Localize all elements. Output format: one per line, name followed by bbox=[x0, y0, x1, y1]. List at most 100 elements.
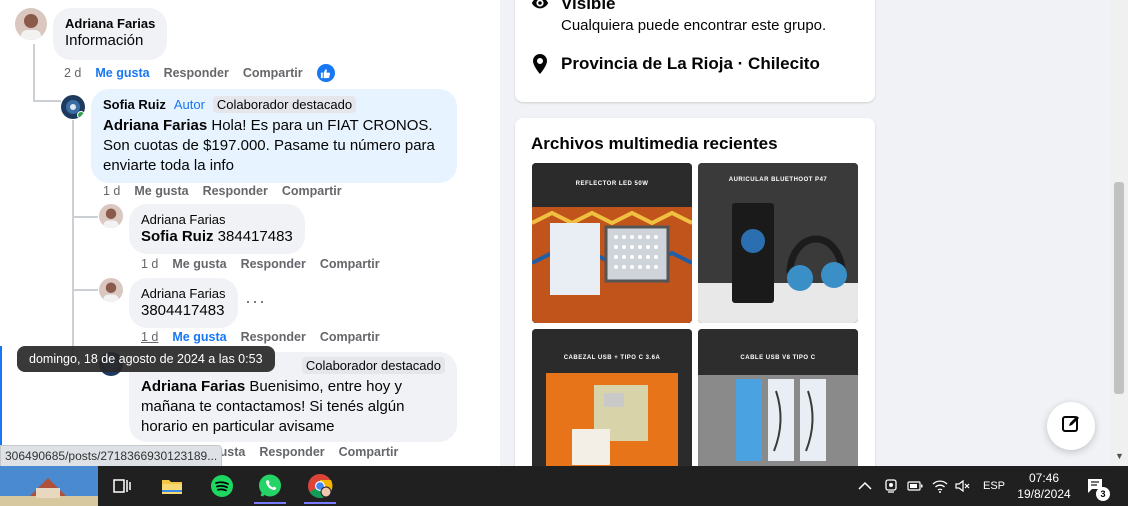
comment: Adriana Farias Información bbox=[15, 8, 168, 60]
thread-line bbox=[33, 100, 61, 102]
comment-bubble: Adriana Farias 3804417483 bbox=[129, 278, 238, 328]
comments-feed: Adriana Farias Información 2 d Me gusta … bbox=[0, 0, 500, 466]
comment: Adriana Farias Sofia Ruiz 384417483 bbox=[99, 204, 305, 254]
visibility-description: Cualquiera puede encontrar este grupo. bbox=[561, 17, 827, 34]
media-thumbnail-image bbox=[532, 163, 692, 323]
eye-icon bbox=[531, 0, 549, 17]
media-thumbnail[interactable]: CABLE USB V8 TIPO C bbox=[698, 329, 858, 469]
battery-button[interactable] bbox=[907, 466, 923, 506]
spotify-icon bbox=[211, 475, 233, 497]
desktop-wallpaper-icon bbox=[0, 466, 98, 506]
contributor-badge[interactable]: Colaborador destacado bbox=[212, 96, 357, 113]
like-button[interactable]: Me gusta bbox=[172, 330, 226, 344]
more-options-button[interactable]: ··· bbox=[245, 291, 266, 312]
comment-actions: 2 d Me gusta Responder Compartir bbox=[64, 64, 335, 82]
comment-bubble: Adriana Farias Sofia Ruiz 384417483 bbox=[129, 204, 305, 254]
clock-date: 19/8/2024 bbox=[1017, 487, 1071, 501]
comment-author[interactable]: Adriana Farias bbox=[65, 16, 155, 31]
location-row: Provincia de La Rioja · Chilecito bbox=[531, 54, 820, 79]
recent-media-card: Archivos multimedia recientes REFLECTOR … bbox=[515, 118, 875, 478]
network-button[interactable] bbox=[932, 466, 948, 506]
whatsapp-button[interactable] bbox=[248, 466, 292, 506]
volume-button[interactable] bbox=[955, 466, 971, 506]
thread-line bbox=[72, 289, 98, 291]
meet-now-button[interactable] bbox=[884, 466, 898, 506]
location-text[interactable]: Provincia de La Rioja · Chilecito bbox=[561, 54, 820, 74]
contributor-badge[interactable]: Colaborador destacado bbox=[301, 357, 445, 374]
mention-link[interactable]: Adriana Farias bbox=[103, 117, 207, 134]
comment-time[interactable]: 1 d bbox=[103, 184, 120, 198]
scroll-down-icon[interactable]: ▼ bbox=[1115, 451, 1124, 461]
comment-time[interactable]: 1 d bbox=[141, 257, 158, 271]
comment-time[interactable]: 2 d bbox=[64, 66, 81, 80]
clock-time: 07:46 bbox=[1028, 471, 1060, 485]
like-button[interactable]: Me gusta bbox=[95, 66, 149, 80]
volume-muted-icon bbox=[955, 479, 970, 493]
share-button[interactable]: Compartir bbox=[243, 66, 303, 80]
media-thumbnail-image bbox=[698, 329, 858, 469]
comment-text: Adriana Farias Buenisimo, entre hoy y ma… bbox=[141, 377, 445, 437]
comment-body: 384417483 bbox=[213, 228, 293, 245]
camera-icon bbox=[885, 479, 897, 493]
media-thumbnail[interactable]: REFLECTOR LED 50W bbox=[532, 163, 692, 323]
visibility-row: Visible Cualquiera puede encontrar este … bbox=[531, 0, 826, 34]
chrome-button[interactable] bbox=[298, 466, 342, 506]
share-button[interactable]: Compartir bbox=[282, 184, 342, 198]
avatar[interactable] bbox=[61, 95, 85, 119]
start-button[interactable] bbox=[0, 466, 98, 506]
share-button[interactable]: Compartir bbox=[320, 257, 380, 271]
media-thumbnail[interactable]: AURICULAR BLUETHOOT P47 bbox=[698, 163, 858, 323]
comment: Sofia Ruiz Autor Colaborador destacado A… bbox=[61, 89, 457, 183]
comment-bubble: Sofia Ruiz Autor Colaborador destacado A… bbox=[91, 89, 457, 183]
reply-button[interactable]: Responder bbox=[259, 445, 324, 459]
scrollbar-thumb[interactable] bbox=[1114, 182, 1124, 394]
reply-button[interactable]: Responder bbox=[164, 66, 229, 80]
section-title: Archivos multimedia recientes bbox=[531, 134, 778, 153]
visibility-title: Visible bbox=[561, 0, 616, 13]
comment-text: Adriana Farias Hola! Es para un FIAT CRO… bbox=[103, 116, 445, 176]
file-explorer-button[interactable] bbox=[150, 466, 194, 506]
share-button[interactable]: Compartir bbox=[320, 330, 380, 344]
spotify-button[interactable] bbox=[200, 466, 244, 506]
mention-link[interactable]: Sofia Ruiz bbox=[141, 228, 214, 245]
avatar[interactable] bbox=[15, 8, 47, 40]
share-button[interactable]: Compartir bbox=[339, 445, 399, 459]
comment-author[interactable]: Adriana Farias bbox=[141, 286, 226, 301]
comment-text: Sofia Ruiz 384417483 bbox=[141, 227, 293, 247]
mention-link[interactable]: Adriana Farias bbox=[141, 378, 245, 395]
comment-actions: 1 d Me gusta Responder Compartir bbox=[141, 330, 380, 344]
author-row: Sofia Ruiz Autor Colaborador destacado bbox=[103, 96, 445, 113]
show-hidden-icons-button[interactable] bbox=[858, 466, 872, 506]
avatar[interactable] bbox=[99, 278, 123, 302]
like-button[interactable]: Me gusta bbox=[172, 257, 226, 271]
timestamp-tooltip: domingo, 18 de agosto de 2024 a las 0:53 bbox=[17, 346, 275, 372]
chrome-icon bbox=[308, 474, 333, 499]
status-bar-url: 306490685/posts/2718366930123189... bbox=[0, 445, 223, 466]
avatar[interactable] bbox=[99, 204, 123, 228]
reply-button[interactable]: Responder bbox=[241, 330, 306, 344]
comment-actions: gusta Responder Compartir bbox=[212, 445, 398, 459]
reply-button[interactable]: Responder bbox=[241, 257, 306, 271]
location-pin-icon bbox=[531, 54, 549, 79]
folder-icon bbox=[162, 480, 182, 494]
online-status-icon bbox=[77, 111, 85, 119]
task-view-icon bbox=[113, 479, 131, 493]
compose-icon bbox=[1061, 414, 1081, 439]
battery-icon bbox=[907, 481, 923, 491]
comment-author[interactable]: Sofia Ruiz bbox=[103, 97, 166, 112]
media-thumbnail[interactable]: CABEZAL USB + TIPO C 3.6A bbox=[532, 329, 692, 469]
task-view-button[interactable] bbox=[100, 466, 144, 506]
media-label: CABLE USB V8 TIPO C bbox=[740, 355, 816, 361]
comment-time[interactable]: 1 d bbox=[141, 330, 158, 344]
new-message-button[interactable] bbox=[1047, 402, 1095, 450]
page-scrollbar[interactable]: ▼ bbox=[1111, 0, 1128, 466]
like-button[interactable]: Me gusta bbox=[134, 184, 188, 198]
thread-line bbox=[72, 216, 98, 218]
like-reaction-icon bbox=[316, 64, 335, 82]
wifi-icon bbox=[932, 480, 948, 493]
reply-button[interactable]: Responder bbox=[203, 184, 268, 198]
input-language-button[interactable]: ESP bbox=[983, 466, 1005, 506]
comment-actions: 1 d Me gusta Responder Compartir bbox=[141, 257, 380, 271]
clock-button[interactable]: 07:46 19/8/2024 bbox=[1012, 470, 1076, 502]
comment-author[interactable]: Adriana Farias bbox=[141, 212, 293, 227]
